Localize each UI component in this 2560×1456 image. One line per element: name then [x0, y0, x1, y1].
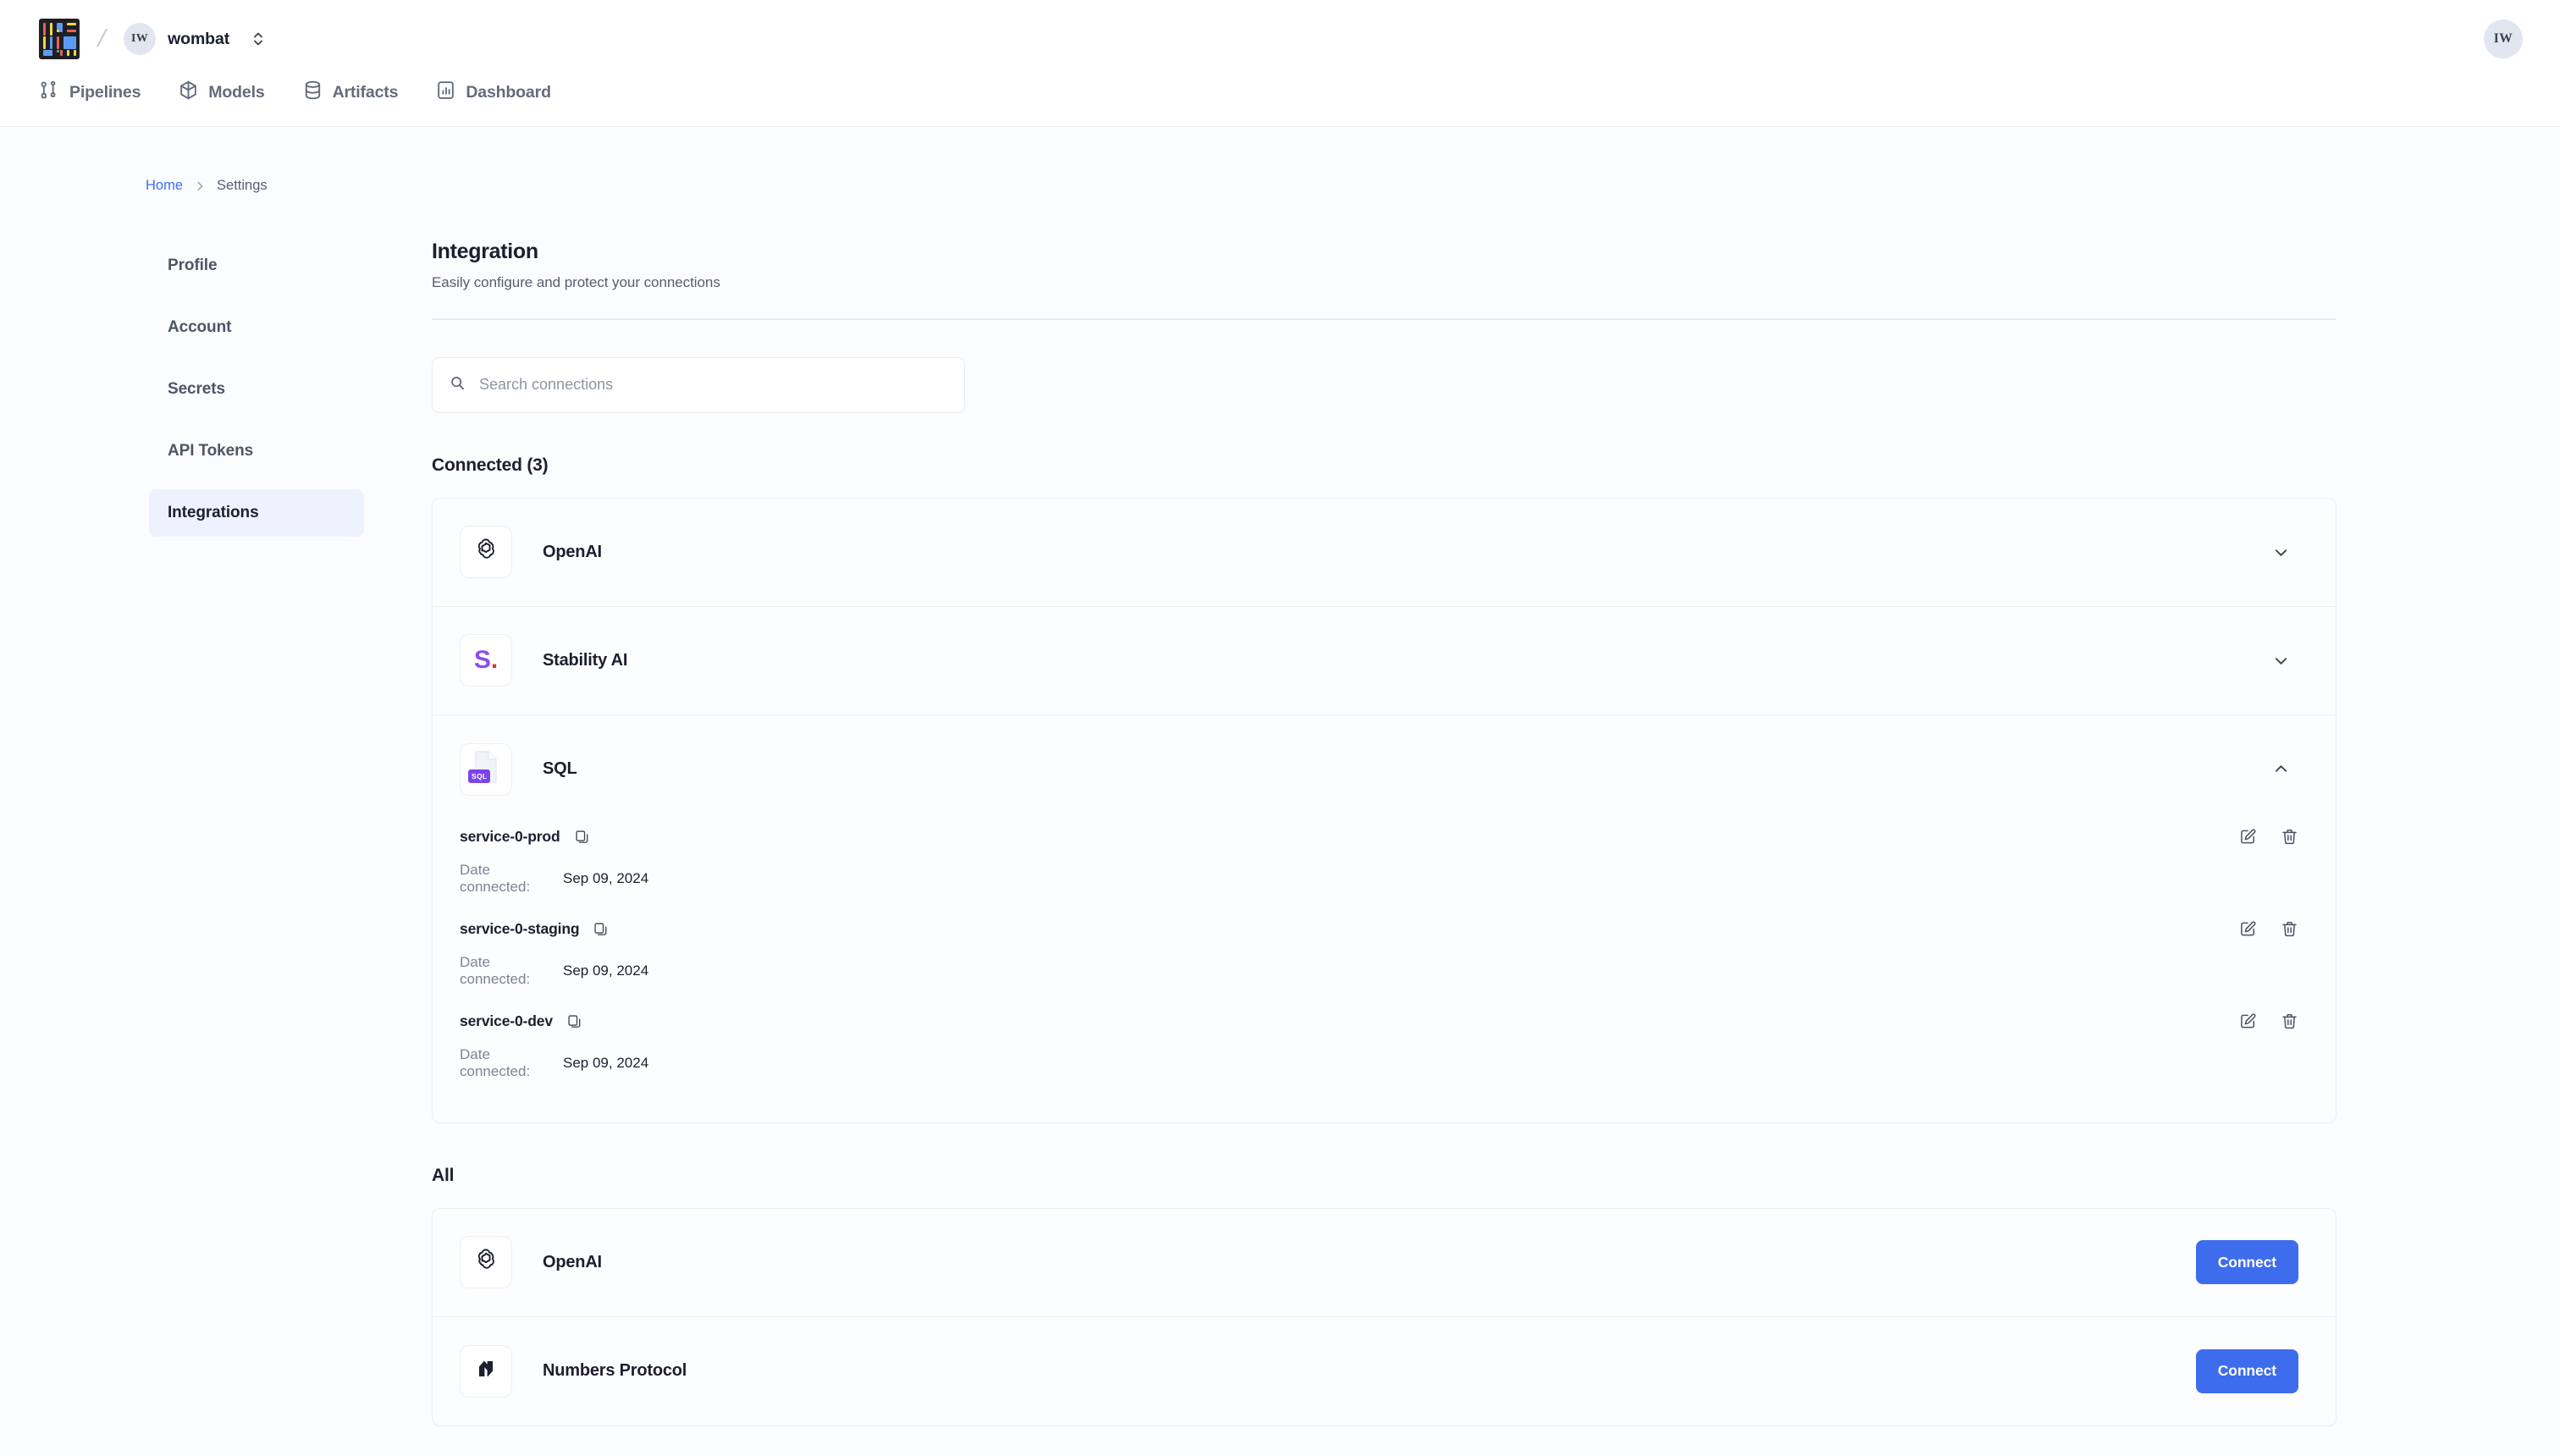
connected-heading: Connected (3) [432, 455, 549, 475]
page-layout: Profile Account Secrets API Tokens Integ… [0, 194, 2560, 1426]
sidebar-item-account[interactable]: Account [149, 304, 364, 351]
connect-button[interactable]: Connect [2195, 1348, 2298, 1393]
copy-icon[interactable] [565, 1012, 584, 1031]
connection-name: Numbers Protocol [543, 1361, 687, 1380]
chevron-down-icon[interactable] [2264, 535, 2298, 570]
nav-item-pipelines[interactable]: Pipelines [39, 78, 141, 106]
service-row: service-0-staging Date connected: Sep 09… [460, 916, 2298, 988]
chevron-updown-icon [251, 30, 265, 48]
sidebar-item-integrations[interactable]: Integrations [149, 489, 364, 537]
breadcrumb-slash: / [95, 25, 109, 52]
connection-name: OpenAI [543, 1252, 602, 1271]
sql-logo-tile: SQL [460, 742, 512, 796]
sql-badge-label: SQL [468, 769, 491, 783]
connect-button[interactable]: Connect [2195, 1240, 2298, 1284]
nav-label: Dashboard [466, 83, 551, 102]
openai-logo [472, 1246, 500, 1279]
date-connected-label: Date connected: [460, 953, 531, 987]
edit-icon[interactable] [2239, 920, 2257, 938]
page-subtitle: Easily configure and protect your connec… [432, 274, 720, 290]
artifacts-icon [302, 80, 323, 106]
sql-file-logo: SQL [468, 750, 500, 788]
date-connected-label: Date connected: [460, 861, 531, 895]
chevron-down-icon[interactable] [2264, 643, 2298, 678]
copy-icon[interactable] [572, 827, 592, 847]
service-row: service-0-prod Date connected: Sep 09, 2… [460, 824, 2298, 896]
delete-icon[interactable] [2281, 1012, 2298, 1030]
models-icon [178, 80, 199, 106]
chevron-up-icon[interactable] [2264, 752, 2298, 786]
connection-row-sql[interactable]: SQL SQL [433, 715, 2336, 824]
openai-logo-tile [460, 526, 512, 578]
service-actions [2239, 1012, 2298, 1030]
breadcrumb-home-link[interactable]: Home [146, 178, 183, 194]
openai-logo [472, 536, 500, 569]
date-connected-value: Sep 09, 2024 [563, 869, 649, 886]
sql-services-list: service-0-prod Date connected: Sep 09, 2… [433, 824, 2336, 1122]
numbers-protocol-logo-tile [460, 1344, 512, 1398]
sidebar-item-profile[interactable]: Profile [149, 242, 364, 290]
service-name: service-0-staging [460, 919, 580, 937]
connected-list: OpenAI S. Stability AI SQL SQL service-0… [432, 497, 2337, 1123]
pipelines-icon [39, 80, 60, 106]
nav-label: Pipelines [69, 83, 141, 102]
nav-label: Artifacts [332, 83, 399, 102]
nav-item-artifacts[interactable]: Artifacts [302, 78, 399, 106]
settings-content: Integration Easily configure and protect… [364, 240, 2413, 1426]
edit-icon[interactable] [2239, 828, 2257, 846]
service-name: service-0-dev [460, 1012, 553, 1029]
edit-icon[interactable] [2239, 1012, 2257, 1030]
header-divider [432, 318, 2337, 320]
service-actions [2239, 828, 2298, 846]
top-bar: / IW wombat IW [0, 0, 2560, 78]
search-icon [450, 375, 466, 395]
all-row-openai[interactable]: OpenAI Connect [433, 1209, 2336, 1317]
service-actions [2239, 920, 2298, 938]
connection-row-openai[interactable]: OpenAI [433, 499, 2336, 607]
workspace-selector[interactable]: IW wombat [120, 19, 270, 58]
date-connected-value: Sep 09, 2024 [563, 1054, 649, 1071]
workspace-avatar: IW [124, 23, 157, 55]
breadcrumb-current: Settings [217, 178, 268, 193]
nav-item-dashboard[interactable]: Dashboard [435, 78, 551, 106]
openai-logo-tile [460, 1236, 512, 1288]
user-avatar[interactable]: IW [2484, 19, 2523, 58]
workspace-name: wombat [168, 29, 230, 48]
page-title: Integration [432, 240, 538, 263]
stability-ai-logo-tile: S. [460, 634, 512, 687]
connection-name: OpenAI [543, 542, 602, 561]
date-connected-label: Date connected: [460, 1045, 531, 1079]
all-heading: All [432, 1165, 455, 1185]
search-input[interactable] [479, 376, 947, 394]
copy-icon[interactable] [591, 919, 610, 939]
sidebar-item-api-tokens[interactable]: API Tokens [149, 427, 364, 475]
date-connected-value: Sep 09, 2024 [563, 962, 649, 979]
search-connections-box[interactable] [432, 356, 965, 413]
service-name: service-0-prod [460, 827, 560, 845]
connection-name: Stability AI [543, 650, 628, 670]
chevron-right-icon [194, 180, 206, 192]
numbers-protocol-logo [473, 1356, 499, 1386]
all-row-numbers-protocol[interactable]: Numbers Protocol Connect [433, 1317, 2336, 1426]
connection-row-stability-ai[interactable]: S. Stability AI [433, 607, 2336, 715]
delete-icon[interactable] [2281, 828, 2298, 846]
app-logo[interactable] [39, 19, 80, 59]
delete-icon[interactable] [2281, 920, 2298, 938]
search-area [432, 356, 2337, 413]
breadcrumb: Home Settings [0, 127, 2560, 194]
nav-item-models[interactable]: Models [178, 78, 265, 106]
connection-name: SQL [543, 759, 577, 778]
main-nav: Pipelines Models Artifacts Dashboard [0, 78, 2560, 127]
nav-label: Models [208, 83, 265, 102]
service-row: service-0-dev Date connected: Sep 09, 20… [460, 1008, 2298, 1080]
settings-sidebar: Profile Account Secrets API Tokens Integ… [149, 240, 364, 1426]
stability-ai-logo: S. [473, 646, 499, 674]
sidebar-item-secrets[interactable]: Secrets [149, 366, 364, 413]
all-connections-list: OpenAI Connect Numbers Protocol Connect [432, 1207, 2337, 1426]
dashboard-icon [435, 80, 456, 106]
